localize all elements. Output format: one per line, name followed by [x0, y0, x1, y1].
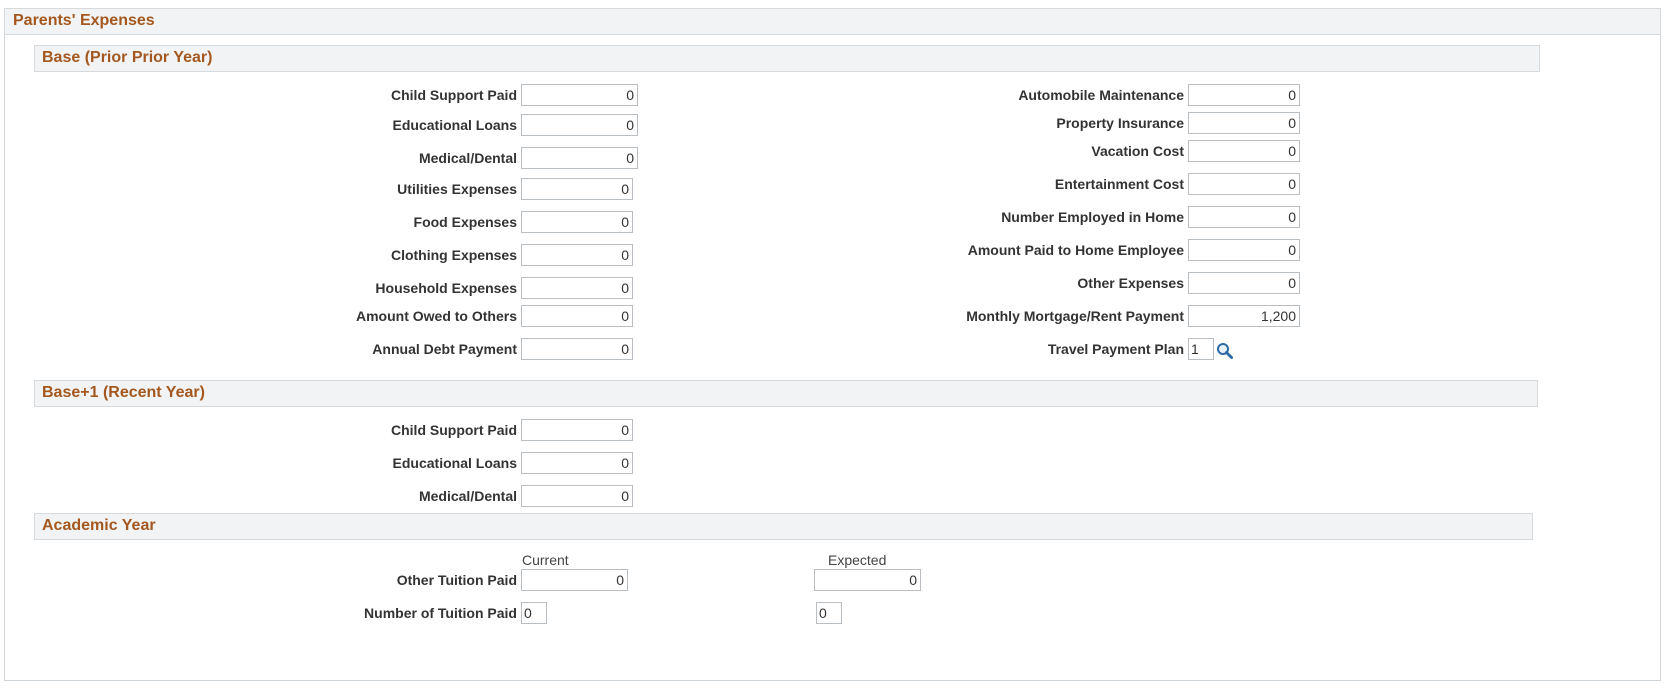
base-household-expenses-label: Household Expenses — [375, 280, 517, 296]
other-tuition-current-input[interactable] — [521, 569, 628, 591]
base-educational-loans-label: Educational Loans — [392, 117, 517, 133]
base-other-expenses-input[interactable] — [1188, 272, 1300, 294]
base-property-insurance-label: Property Insurance — [1056, 115, 1184, 131]
base-vacation-cost-input[interactable] — [1188, 140, 1300, 162]
base-travel-payment-plan-label: Travel Payment Plan — [1047, 341, 1184, 357]
base-clothing-expenses-label: Clothing Expenses — [390, 247, 517, 263]
base-monthly-mortgage-label: Monthly Mortgage/Rent Payment — [966, 308, 1184, 324]
base-food-expenses-label: Food Expenses — [413, 214, 517, 230]
base-travel-payment-plan-input[interactable] — [1188, 338, 1214, 360]
panel-header — [4, 8, 1661, 35]
base-entertainment-cost-input[interactable] — [1188, 173, 1300, 195]
recent-medical-dental-label: Medical/Dental — [418, 488, 517, 504]
base-amount-paid-home-employee-label: Amount Paid to Home Employee — [967, 242, 1184, 258]
recent-section-header — [34, 380, 1538, 407]
other-tuition-expected-input[interactable] — [814, 569, 921, 591]
number-tuition-current-input[interactable] — [521, 602, 547, 624]
base-section-title: Base (Prior Prior Year) — [42, 49, 213, 66]
base-section-header — [34, 45, 1540, 72]
column-header-expected: Expected — [828, 552, 887, 568]
recent-medical-dental-input[interactable] — [521, 485, 633, 507]
base-child-support-input[interactable] — [521, 84, 638, 106]
base-number-employed-input[interactable] — [1188, 206, 1300, 228]
base-medical-dental-input[interactable] — [521, 147, 638, 169]
panel-title: Parents' Expenses — [13, 12, 155, 29]
base-utilities-expenses-label: Utilities Expenses — [397, 181, 517, 197]
base-automobile-maintenance-label: Automobile Maintenance — [1018, 87, 1184, 103]
base-automobile-maintenance-input[interactable] — [1188, 84, 1300, 106]
base-entertainment-cost-label: Entertainment Cost — [1054, 176, 1184, 192]
recent-educational-loans-input[interactable] — [521, 452, 633, 474]
recent-educational-loans-label: Educational Loans — [392, 455, 517, 471]
base-amount-owed-input[interactable] — [521, 305, 633, 327]
base-utilities-expenses-input[interactable] — [521, 178, 633, 200]
base-food-expenses-input[interactable] — [521, 211, 633, 233]
base-amount-owed-label: Amount Owed to Others — [356, 308, 517, 324]
other-tuition-paid-label: Other Tuition Paid — [396, 572, 517, 588]
base-number-employed-label: Number Employed in Home — [1001, 209, 1184, 225]
base-monthly-mortgage-input[interactable] — [1188, 305, 1300, 327]
number-tuition-expected-input[interactable] — [816, 602, 842, 624]
base-household-expenses-input[interactable] — [521, 277, 633, 299]
recent-child-support-input[interactable] — [521, 419, 633, 441]
base-educational-loans-input[interactable] — [521, 114, 638, 136]
academic-section-header — [34, 513, 1533, 540]
base-property-insurance-input[interactable] — [1188, 112, 1300, 134]
base-annual-debt-input[interactable] — [521, 338, 633, 360]
base-clothing-expenses-input[interactable] — [521, 244, 633, 266]
base-annual-debt-label: Annual Debt Payment — [372, 341, 517, 357]
column-header-current: Current — [522, 552, 569, 568]
base-medical-dental-label: Medical/Dental — [418, 150, 517, 166]
base-child-support-label: Child Support Paid — [391, 87, 517, 103]
recent-section-title: Base+1 (Recent Year) — [42, 384, 205, 401]
academic-section-title: Academic Year — [42, 517, 156, 534]
number-tuition-paid-label: Number of Tuition Paid — [364, 605, 517, 621]
base-other-expenses-label: Other Expenses — [1077, 275, 1184, 291]
base-vacation-cost-label: Vacation Cost — [1091, 143, 1184, 159]
base-amount-paid-home-employee-input[interactable] — [1188, 239, 1300, 261]
magnifier-icon[interactable] — [1216, 342, 1234, 360]
recent-child-support-label: Child Support Paid — [391, 422, 517, 438]
